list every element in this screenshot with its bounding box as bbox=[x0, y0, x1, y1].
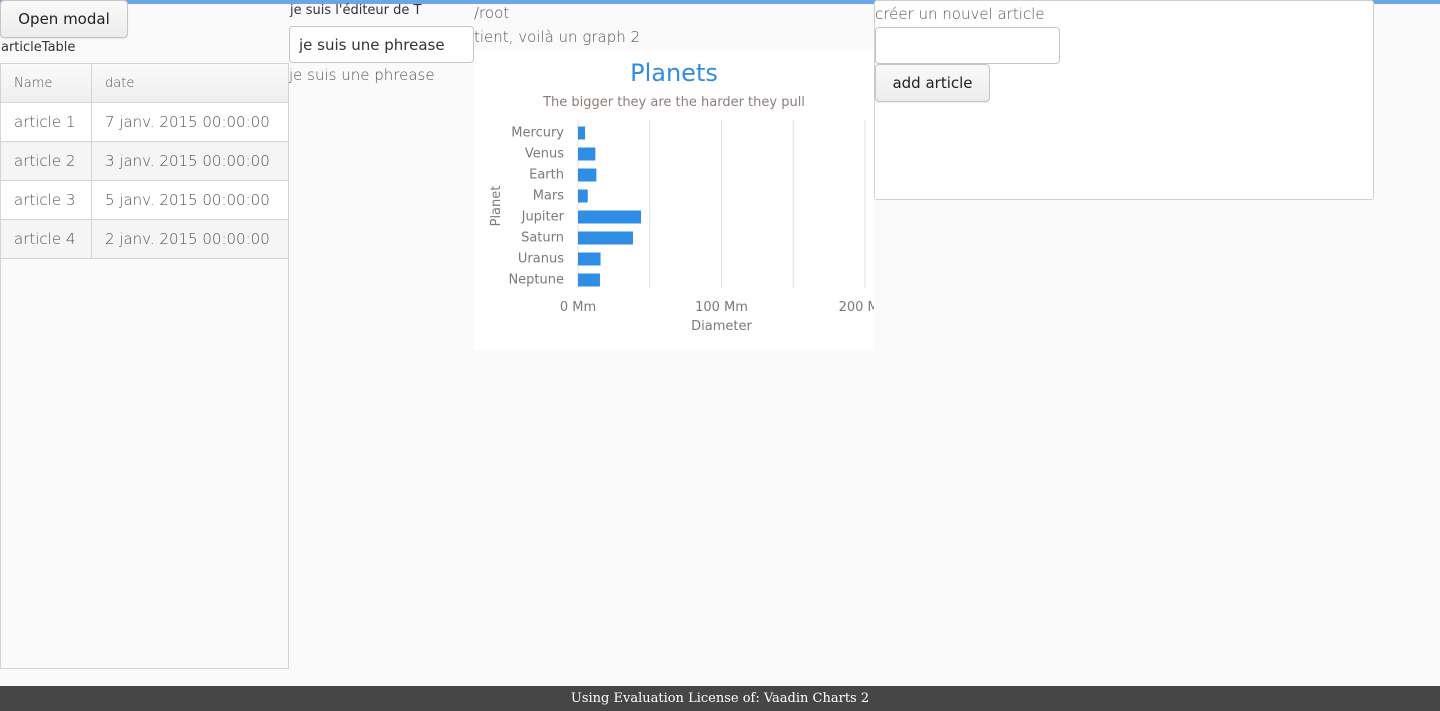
category-label: Neptune bbox=[508, 273, 564, 288]
category-label: Saturn bbox=[521, 231, 564, 246]
table-header: Name date bbox=[1, 64, 288, 103]
path-label: /root bbox=[474, 4, 510, 22]
editor-input[interactable] bbox=[289, 26, 474, 63]
x-tick-label: 0 Mm bbox=[560, 300, 596, 315]
article-name-input[interactable] bbox=[875, 27, 1060, 64]
cell-date: 2 janv. 2015 00:00:00 bbox=[105, 230, 270, 248]
chart-subtitle: The bigger they are the harder they pull bbox=[542, 95, 805, 110]
category-label: Mars bbox=[533, 189, 565, 204]
cell-date: 7 janv. 2015 00:00:00 bbox=[105, 113, 270, 131]
bar-saturn bbox=[578, 231, 633, 245]
add-article-button[interactable]: add article bbox=[875, 64, 990, 102]
table-row[interactable]: article 3 5 janv. 2015 00:00:00 bbox=[1, 181, 288, 220]
bar-uranus bbox=[578, 252, 601, 266]
column-header-name[interactable]: Name bbox=[1, 64, 92, 102]
bar-mars bbox=[578, 189, 588, 203]
planets-chart: Planets The bigger they are the harder th… bbox=[474, 50, 874, 350]
cell-name: article 1 bbox=[1, 103, 92, 141]
editor-label: je suis l'éditeur de T bbox=[290, 3, 422, 18]
category-label: Venus bbox=[525, 147, 564, 162]
cell-date: 5 janv. 2015 00:00:00 bbox=[105, 191, 270, 209]
table-row[interactable]: article 4 2 janv. 2015 00:00:00 bbox=[1, 220, 288, 259]
cell-name: article 2 bbox=[1, 142, 92, 180]
chart-title: Planets bbox=[630, 59, 718, 87]
modal-title: créer un nouvel article bbox=[875, 5, 1045, 23]
table-row[interactable]: article 1 7 janv. 2015 00:00:00 bbox=[1, 103, 288, 142]
x-axis-title: Diameter bbox=[691, 319, 752, 334]
x-tick-label: 200 Mm bbox=[839, 300, 874, 315]
table-row[interactable]: article 2 3 janv. 2015 00:00:00 bbox=[1, 142, 288, 181]
table-caption: articleTable bbox=[1, 40, 76, 55]
bar-mercury bbox=[578, 126, 586, 140]
bar-jupiter bbox=[578, 210, 641, 224]
new-article-modal: créer un nouvel article add article bbox=[874, 0, 1374, 200]
license-footer: Using Evaluation License of: Vaadin Char… bbox=[0, 686, 1440, 711]
category-label: Uranus bbox=[518, 252, 564, 267]
graph-caption: tient, voilà un graph 2 bbox=[474, 28, 641, 46]
column-header-date[interactable]: date bbox=[92, 64, 288, 102]
bar-venus bbox=[578, 147, 596, 161]
y-axis-title: Planet bbox=[489, 186, 504, 227]
cell-name: article 4 bbox=[1, 220, 92, 258]
open-modal-button[interactable]: Open modal bbox=[0, 0, 128, 38]
chart-svg: Planets The bigger they are the harder th… bbox=[489, 59, 874, 334]
editor-output: je suis une phrease bbox=[289, 66, 435, 84]
category-label: Jupiter bbox=[521, 210, 565, 225]
cell-name: article 3 bbox=[1, 181, 92, 219]
bar-earth bbox=[578, 168, 597, 182]
x-tick-label: 100 Mm bbox=[695, 300, 748, 315]
cell-date: 3 janv. 2015 00:00:00 bbox=[105, 152, 270, 170]
category-label: Earth bbox=[529, 168, 564, 183]
bar-neptune bbox=[578, 273, 600, 287]
category-label: Mercury bbox=[511, 126, 564, 141]
article-table: Name date article 1 7 janv. 2015 00:00:00… bbox=[0, 63, 289, 669]
